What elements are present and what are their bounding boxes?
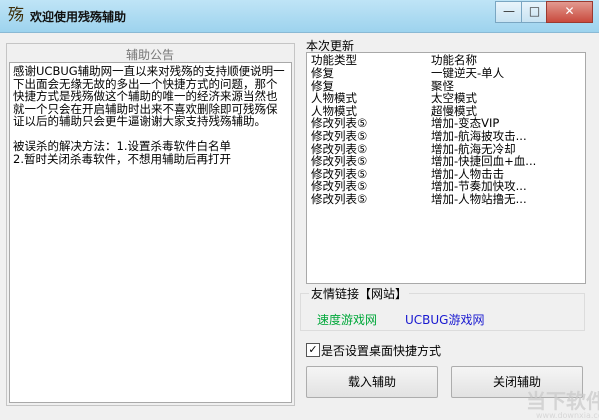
link-sudu-game[interactable]: 速度游戏网 — [317, 311, 377, 328]
app-icon: 殇 — [7, 5, 24, 24]
close-window-button[interactable]: ✕ — [546, 1, 593, 23]
update-name: 太空模式 — [431, 91, 477, 106]
update-type: 修改列表⑤ — [311, 191, 368, 206]
notice-panel: 辅助公告 感谢UCBUG辅助网一直以来对残殇的支持顺便说明一下出面会无缘无故的多… — [6, 43, 295, 406]
update-type: 修改列表⑤ — [311, 154, 368, 169]
shortcut-checkbox-label[interactable]: 是否设置桌面快捷方式 — [321, 342, 441, 359]
update-name: 一键逆天-单人 — [431, 66, 505, 80]
update-type: 修改列表⑤ — [311, 128, 368, 143]
updates-list[interactable]: 功能类型 功能名称 修复 一键逆天-单人 修复 聚怪 人物模式 太空模式 人物模式 超慢模式修… — [306, 52, 586, 284]
updates-header: 功能类型 功能名称 — [307, 53, 585, 67]
window-title: 欢迎使用残殇辅助 — [30, 10, 127, 24]
notice-textarea[interactable]: 感谢UCBUG辅助网一直以来对残殇的支持顺便说明一下出面会无缘无故的多出一个快捷… — [9, 62, 292, 403]
links-group: 友情链接【网站】 速度游戏网 UCBUG游戏网 — [300, 285, 585, 331]
watermark-url: www.downxia.com — [536, 411, 599, 420]
update-row[interactable]: 修改列表⑤ 增加-快捷回血+血... — [307, 155, 585, 168]
column-header-name[interactable]: 功能名称 — [431, 53, 477, 67]
notice-title: 辅助公告 — [122, 46, 179, 63]
update-row[interactable]: 人物模式 太空模式 — [307, 92, 585, 105]
notice-text: 感谢UCBUG辅助网一直以来对残殇的支持顺便说明一下出面会无缘无故的多出一个快捷… — [13, 64, 285, 166]
update-row[interactable]: 修改列表⑤ 增加-航海披攻击... — [307, 130, 585, 143]
link-ucbug-game[interactable]: UCBUG游戏网 — [405, 311, 484, 328]
update-name: 增加-航海披攻击... — [431, 128, 527, 143]
update-name: 增加-快捷回血+血... — [431, 154, 537, 169]
update-row[interactable]: 修改列表⑤ 增加-人物站撸无... — [307, 193, 585, 206]
maximize-button[interactable]: □ — [521, 1, 548, 23]
updates-rows: 修复 一键逆天-单人 修复 聚怪 人物模式 太空模式 人物模式 超慢模式 修改列表⑤ 增加-变态V… — [307, 67, 585, 206]
update-name: 增加-人物站撸无... — [431, 191, 527, 206]
title-bar: 殇 欢迎使用残殇辅助 — □ ✕ — [0, 0, 599, 33]
column-header-type[interactable]: 功能类型 — [311, 53, 357, 67]
client-area: 辅助公告 感谢UCBUG辅助网一直以来对残殇的支持顺便说明一下出面会无缘无故的多… — [6, 33, 599, 420]
update-row[interactable]: 修复 一键逆天-单人 — [307, 67, 585, 80]
shortcut-checkbox[interactable]: ✓ — [306, 343, 320, 357]
update-type: 人物模式 — [311, 91, 357, 106]
load-assist-button[interactable]: 载入辅助 — [306, 366, 438, 398]
links-label: 友情链接【网站】 — [309, 285, 410, 302]
watermark-logo: 当下软件园 — [526, 389, 599, 413]
update-type: 修复 — [311, 66, 334, 80]
minimize-button[interactable]: — — [495, 1, 523, 23]
